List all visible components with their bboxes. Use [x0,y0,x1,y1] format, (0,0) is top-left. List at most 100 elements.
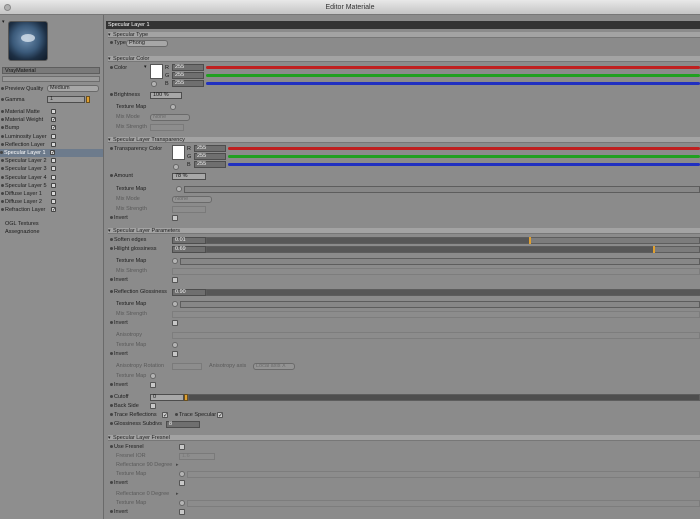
reflectance-0-arrow-icon[interactable]: ▸ [176,491,179,497]
channel-checkbox[interactable] [51,133,56,139]
assignment-item[interactable]: Assegnazione [5,228,40,236]
b-slider[interactable] [206,82,700,85]
section-transparency[interactable]: Specular Layer Transparency [108,137,700,143]
channel-checkbox[interactable] [50,150,55,155]
p-invert-checkbox-2[interactable] [172,320,178,326]
amount-input[interactable]: 78 % [172,173,206,180]
f-texture-map-slot-2[interactable] [187,500,700,507]
p-texture-map-button-1[interactable] [172,258,178,264]
color-menu-arrow-icon[interactable]: ▾ [144,64,147,70]
r-input[interactable]: 255 [172,64,204,71]
channel-checkbox[interactable] [51,109,56,114]
gamma-slider-handle[interactable] [86,96,90,103]
channel-item[interactable]: Bump [1,124,56,132]
reflection-gloss-input[interactable]: 0.90 [172,289,206,296]
g-input[interactable]: 255 [172,72,204,79]
p-invert-checkbox-1[interactable] [172,277,178,283]
soften-edges-knob[interactable] [529,237,531,244]
t-b-input[interactable]: 255 [194,161,226,168]
material-preview-sphere[interactable] [8,21,48,61]
hilight-input[interactable]: 0.69 [172,246,206,253]
sidebar-scroll-strip[interactable] [2,76,100,82]
p-texture-map-button-2[interactable] [172,301,178,307]
channel-item[interactable]: Specular Layer 3 [1,165,56,173]
f-invert-checkbox-2[interactable] [179,509,185,515]
transparency-color-swatch[interactable] [172,145,185,160]
channel-checkbox[interactable] [51,158,56,164]
ogl-textures-item[interactable]: OGL Textures [5,220,39,228]
channel-checkbox[interactable] [51,166,56,172]
mix-strength-input[interactable] [150,124,184,131]
t-g-input[interactable]: 255 [194,153,226,160]
channel-checkbox[interactable] [51,174,56,180]
p-texture-map-slot-2[interactable] [180,301,700,308]
reflection-gloss-slider[interactable] [206,289,700,296]
preview-quality-select[interactable]: Medium [47,85,99,92]
glossiness-subdivs-input[interactable]: 8 [166,421,200,428]
b-input[interactable]: 255 [172,80,204,87]
transparency-picker-button[interactable] [173,164,179,170]
channel-item[interactable]: Specular Layer 5 [1,182,56,190]
section-specular-color[interactable]: Specular Color [108,56,700,62]
reflectance-90-arrow-icon[interactable]: ▸ [176,462,179,468]
material-name-field[interactable]: VrayMaterial [2,67,100,74]
f-texture-map-slot-1[interactable] [187,471,700,478]
window-close-icon[interactable] [4,4,11,11]
t-mix-mode-select[interactable]: None [172,196,212,203]
channel-checkbox[interactable] [51,199,56,205]
p-texture-map-slot-1[interactable] [180,258,700,265]
color-picker-button[interactable] [151,81,157,87]
cutoff-slider[interactable] [188,394,700,401]
channel-item[interactable]: Refraction Layer [1,206,56,214]
p-mix-strength-slider-1[interactable] [172,268,700,275]
hilight-knob[interactable] [653,246,655,253]
channel-checkbox[interactable] [51,182,56,188]
channel-checkbox[interactable] [51,141,56,147]
type-select[interactable]: Phong [126,40,168,47]
p-invert-checkbox-3[interactable] [172,351,178,357]
channel-checkbox[interactable] [51,117,56,123]
channel-item[interactable]: Specular Layer 1 [0,149,103,157]
t-invert-checkbox[interactable] [172,215,178,221]
t-r-input[interactable]: 255 [194,145,226,152]
fresnel-ior-input[interactable]: 1.6 [179,453,215,460]
t-g-slider[interactable] [228,155,700,158]
use-fresnel-checkbox[interactable] [179,444,185,450]
specular-texture-map-button[interactable] [170,104,176,110]
gamma-input[interactable]: 1 [47,96,85,103]
f-invert-checkbox-1[interactable] [179,480,185,486]
r-slider[interactable] [206,66,700,69]
brightness-input[interactable]: 100 % [150,92,182,99]
channel-item[interactable]: Material Weight [1,116,56,124]
channel-checkbox[interactable] [51,191,56,196]
t-r-slider[interactable] [228,147,700,150]
f-texture-map-button-2[interactable] [179,500,185,506]
mix-mode-select[interactable]: None [150,114,190,121]
channel-item[interactable]: Luminosity Layer [1,133,56,141]
trace-specular-checkbox[interactable] [217,412,223,419]
trace-reflections-checkbox[interactable] [162,412,168,419]
section-parameters[interactable]: Specular Layer Parameters [108,228,700,234]
anisotropy-slider[interactable] [172,332,700,339]
channel-checkbox[interactable] [51,125,56,131]
anisotropy-texture-map-button[interactable] [172,342,178,348]
soften-edges-input[interactable]: 0.01 [172,237,206,244]
transparency-texture-map-button[interactable] [176,186,182,192]
anisotropy-rotation-input[interactable] [172,363,202,370]
channel-item[interactable]: Specular Layer 2 [1,157,56,165]
collapse-arrow-icon[interactable]: ▾ [2,19,5,25]
t-b-slider[interactable] [228,163,700,166]
channel-item[interactable]: Reflection Layer [1,141,56,149]
channel-item[interactable]: Diffuse Layer 1 [1,190,56,198]
soften-edges-slider[interactable] [206,237,700,244]
channel-item[interactable]: Material Matte [1,108,56,116]
transparency-texture-map-slot[interactable] [184,186,700,193]
cutoff-input[interactable]: 0 [150,394,184,401]
channel-item[interactable]: Specular Layer 4 [1,174,56,182]
back-side-checkbox[interactable] [150,403,156,409]
channel-checkbox[interactable] [51,207,56,213]
g-slider[interactable] [206,74,700,77]
anisotropy-axis-select[interactable]: Local axis X [253,363,295,370]
p-invert-checkbox-4[interactable] [150,382,156,388]
section-fresnel[interactable]: Specular Layer Fresnel [108,435,700,441]
